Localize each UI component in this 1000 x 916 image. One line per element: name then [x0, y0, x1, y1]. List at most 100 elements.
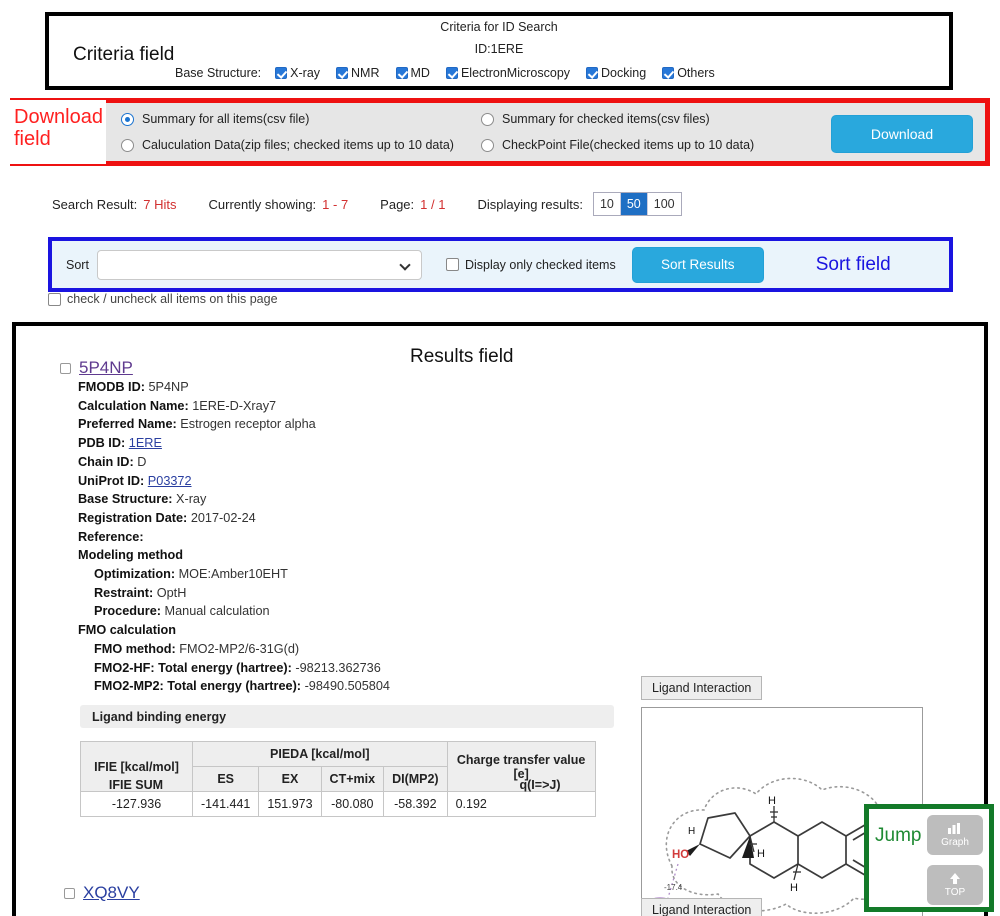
result-entry-header[interactable]: 5P4NP	[60, 358, 133, 378]
check-icon	[662, 67, 675, 79]
search-result-segment: Search Result: 7 Hits	[52, 197, 177, 212]
criteria-field-annotation: Criteria field	[73, 44, 175, 65]
result-checkbox[interactable]	[64, 887, 75, 899]
checkbox-icon	[48, 292, 61, 306]
page-size-50[interactable]: 50	[620, 193, 648, 215]
detail-key: Calculation Name:	[78, 398, 189, 413]
detail-value: 2017-02-24	[190, 510, 256, 525]
checkbox-electronmicroscopy[interactable]: ElectronMicroscopy	[445, 66, 571, 80]
detail-key: Registration Date:	[78, 510, 188, 525]
graph-jump-button[interactable]: Graph	[927, 815, 983, 855]
checkbox-label-others: Others	[677, 66, 715, 80]
result-id-link-2[interactable]: XQ8VY	[83, 883, 140, 903]
graph-jump-label: Graph	[941, 836, 969, 848]
detail-row: UniProt ID: P03372	[78, 472, 390, 491]
atom-label-h: H	[768, 795, 776, 807]
download-button[interactable]: Download	[831, 115, 973, 153]
check-icon	[586, 67, 599, 79]
detail-row: PDB ID: 1ERE	[78, 434, 390, 453]
display-only-checked-checkbox[interactable]: Display only checked items	[445, 258, 616, 272]
page-size-10[interactable]: 10	[593, 193, 621, 215]
checkbox-docking[interactable]: Docking	[586, 66, 646, 80]
radio-summary-checked[interactable]: Summary for checked items(csv files)	[481, 112, 710, 126]
uniprot-id-link[interactable]: P03372	[148, 474, 192, 488]
detail-key: Chain ID:	[78, 454, 134, 469]
results-field-annotation: Results field	[410, 346, 514, 367]
top-jump-button[interactable]: TOP	[927, 865, 983, 905]
detail-value: -98490.505804	[304, 679, 390, 694]
detail-value: OptH	[156, 585, 187, 600]
radio-summary-all[interactable]: Summary for all items(csv file)	[121, 112, 309, 126]
results-field-panel: Results field 5P4NP FMODB ID: 5P4NP Calc…	[12, 322, 988, 916]
detail-value: D	[137, 454, 147, 469]
sort-field-panel: Sort Display only checked items Sort Res…	[48, 237, 953, 292]
ligand-interaction-button-2[interactable]: Ligand Interaction	[641, 898, 763, 916]
header-pieda: PIEDA [kcal/mol]	[192, 741, 448, 767]
sort-results-button[interactable]: Sort Results	[631, 246, 764, 283]
base-structure-row: Base Structure: X-ray NMR MD ElectronMic…	[175, 66, 731, 80]
search-result-label: Search Result:	[52, 196, 138, 212]
checkbox-icon	[445, 258, 459, 271]
search-result-value: 7 Hits	[143, 196, 177, 212]
cell-ifie-sum: -127.936	[80, 791, 193, 817]
checkbox-label-md: MD	[410, 66, 430, 80]
interaction-energy-his: -17.4	[664, 883, 683, 892]
page-segment: Page: 1 / 1	[380, 197, 445, 212]
checkbox-others[interactable]: Others	[662, 66, 715, 80]
detail-row: Procedure: Manual calculation	[78, 602, 390, 621]
download-field-annotation: Download field	[10, 100, 106, 164]
detail-row: Optimization: MOE:Amber10EHT	[78, 565, 390, 584]
result-id-link[interactable]: 5P4NP	[79, 358, 133, 378]
check-uncheck-all-row[interactable]: check / uncheck all items on this page	[48, 292, 278, 306]
detail-value: 1ERE-D-Xray7	[192, 398, 277, 413]
result-checkbox[interactable]	[60, 362, 71, 374]
checkbox-xray[interactable]: X-ray	[275, 66, 320, 80]
detail-key: Base Structure:	[78, 492, 173, 507]
top-jump-label: TOP	[944, 886, 966, 898]
cell-ctmix: -80.080	[320, 791, 385, 817]
col-ctmix: CT+mix	[320, 766, 385, 792]
page-size-toggle[interactable]: 10 50 100	[592, 192, 682, 216]
checkbox-label-xray: X-ray	[290, 66, 321, 80]
col-qij-label: q(I=>J)	[519, 778, 561, 792]
detail-key: FMO2-HF: Total energy (hartree):	[94, 660, 292, 675]
detail-row: Preferred Name: Estrogen receptor alpha	[78, 415, 390, 434]
checkbox-label-electronmicroscopy: ElectronMicroscopy	[460, 66, 571, 80]
detail-value: Manual calculation	[164, 604, 270, 619]
col-ex: EX	[258, 766, 322, 792]
ligand-interaction-button[interactable]: Ligand Interaction	[641, 676, 763, 700]
detail-row: Registration Date: 2017-02-24	[78, 509, 390, 528]
search-status-row: Search Result: 7 Hits Currently showing:…	[52, 192, 714, 216]
download-field-panel: Summary for all items(csv file) Summary …	[10, 98, 990, 166]
detail-row: Calculation Name: 1ERE-D-Xray7	[78, 397, 390, 416]
detail-key: FMO method:	[94, 641, 176, 656]
detail-key: Restraint:	[94, 585, 154, 600]
radio-label-checkpoint-file: CheckPoint File(checked items up to 10 d…	[502, 138, 755, 152]
radio-icon	[481, 112, 494, 126]
criteria-id-line: ID:1ERE	[474, 42, 524, 56]
check-icon	[336, 67, 349, 79]
currently-showing-value: 1 - 7	[322, 196, 349, 212]
sort-select[interactable]	[96, 249, 422, 280]
check-uncheck-all-label: check / uncheck all items on this page	[67, 292, 278, 306]
detail-row: FMO calculation	[78, 621, 390, 640]
cell-charge-transfer: 0.192	[446, 791, 596, 817]
page-root: Criteria for ID Search ID:1ERE Criteria …	[0, 0, 1000, 916]
page-label: Page:	[380, 196, 415, 212]
page-size-100[interactable]: 100	[647, 193, 681, 215]
result-entry-header-2[interactable]: XQ8VY	[64, 883, 140, 903]
radio-calculation-data[interactable]: Caluculation Data(zip files; checked ite…	[121, 138, 454, 152]
col-ifie-sum-label: IFIE SUM	[108, 778, 164, 792]
checkbox-label-nmr: NMR	[351, 66, 380, 80]
pdb-id-link[interactable]: 1ERE	[129, 436, 162, 450]
detail-row: Base Structure: X-ray	[78, 490, 390, 509]
arrow-up-icon	[949, 872, 961, 887]
detail-key: Preferred Name:	[78, 417, 177, 432]
detail-row: Modeling method	[78, 546, 390, 565]
checkbox-md[interactable]: MD	[395, 66, 430, 80]
displaying-results-segment: Displaying results: 10 50 100	[477, 192, 682, 216]
atom-label-ho: HO	[672, 849, 689, 861]
radio-checkpoint-file[interactable]: CheckPoint File(checked items up to 10 d…	[481, 138, 754, 152]
col-ifie-sum: ES	[191, 766, 260, 792]
checkbox-nmr[interactable]: NMR	[336, 66, 380, 80]
